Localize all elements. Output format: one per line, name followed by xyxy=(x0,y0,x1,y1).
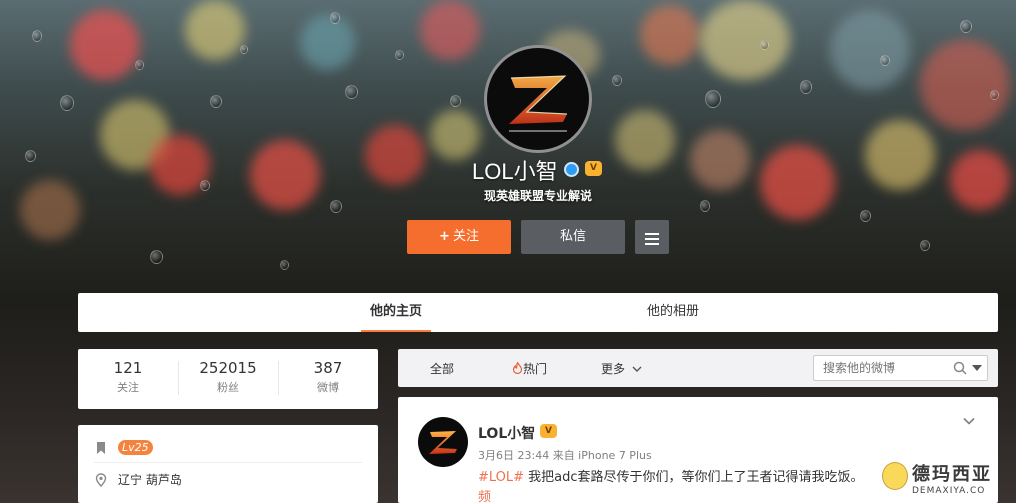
post-author-name[interactable]: LOL小智 xyxy=(478,423,535,443)
site-watermark: 德玛西亚 DEMAXIYA.CO xyxy=(880,458,1010,500)
chevron-down-icon xyxy=(632,366,642,372)
vip-crown-icon: V xyxy=(540,424,557,438)
stat-weibo-label: 微博 xyxy=(317,381,339,394)
filter-more-label: 更多 xyxy=(601,362,626,376)
filter-hot[interactable]: 热门 xyxy=(512,360,547,377)
search-icon[interactable] xyxy=(953,361,967,375)
profile-name: LOL小智 xyxy=(472,159,558,184)
post-content: #LOL# 我把adc套路尽传于你们，等你们上了王者记得请我吃饭。 频 xyxy=(478,468,918,503)
stat-following-label: 关注 xyxy=(117,381,139,394)
tab-album[interactable]: 他的相册 xyxy=(638,293,708,332)
flame-icon xyxy=(512,360,523,375)
filter-hot-label: 热门 xyxy=(523,362,548,376)
post-author-avatar[interactable] xyxy=(418,417,468,467)
stat-following-value: 121 xyxy=(113,359,143,377)
profile-avatar[interactable] xyxy=(484,45,592,153)
follow-label: 关注 xyxy=(452,229,479,244)
message-label: 私信 xyxy=(559,229,586,244)
stat-weibo-value: 387 xyxy=(313,359,343,377)
filter-all[interactable]: 全部 xyxy=(430,360,454,377)
bookmark-icon xyxy=(97,442,105,454)
post-overflow-text[interactable]: 频 xyxy=(478,488,918,503)
cartoon-face-logo-icon xyxy=(882,462,908,490)
profile-info-card: Lv25 辽宁 葫芦岛 xyxy=(78,425,378,503)
hamburger-menu-icon xyxy=(635,220,669,245)
post-body: 我把adc套路尽传于你们，等你们上了王者记得请我吃饭。 xyxy=(524,470,864,485)
stat-weibo[interactable]: 387 微博 xyxy=(278,359,378,395)
stat-following[interactable]: 121 关注 xyxy=(78,359,178,395)
watermark-title: 德玛西亚 xyxy=(912,464,992,485)
vip-crown-icon: V xyxy=(585,161,602,176)
location-row: 辽宁 葫芦岛 xyxy=(94,465,362,495)
stat-followers-value: 252015 xyxy=(199,359,257,377)
stat-followers[interactable]: 252015 粉丝 xyxy=(178,359,278,395)
location-pin-icon xyxy=(95,473,107,487)
profile-tab-bar: 他的主页 他的相册 xyxy=(78,293,998,332)
zorro-z-logo-icon xyxy=(429,431,457,454)
profile-description: 现英雄联盟专业解说 xyxy=(484,189,593,203)
location-text: 辽宁 葫芦岛 xyxy=(118,473,182,487)
plus-icon: + xyxy=(439,229,450,244)
follow-button[interactable]: + 关注 xyxy=(407,220,511,254)
filter-more[interactable]: 更多 xyxy=(601,360,642,377)
stat-followers-label: 粉丝 xyxy=(217,381,239,394)
feed-filter-bar: 全部 热门 更多 xyxy=(398,349,998,387)
post-meta[interactable]: 3月6日 23:44 来自 iPhone 7 Plus xyxy=(478,447,652,463)
zorro-z-logo-icon xyxy=(509,75,568,132)
verified-badge-icon xyxy=(564,162,579,177)
level-badge[interactable]: Lv25 xyxy=(118,440,153,455)
chevron-down-icon[interactable] xyxy=(963,415,975,427)
level-row: Lv25 xyxy=(94,433,362,463)
message-button[interactable]: 私信 xyxy=(521,220,625,254)
search-dropdown-icon[interactable] xyxy=(972,365,982,371)
more-menu-button[interactable] xyxy=(635,220,669,254)
post-hashtag[interactable]: #LOL# xyxy=(478,470,524,485)
watermark-subtitle: DEMAXIYA.CO xyxy=(912,486,986,496)
tab-home[interactable]: 他的主页 xyxy=(361,293,431,332)
stats-card: 121 关注 252015 粉丝 387 微博 xyxy=(78,349,378,409)
